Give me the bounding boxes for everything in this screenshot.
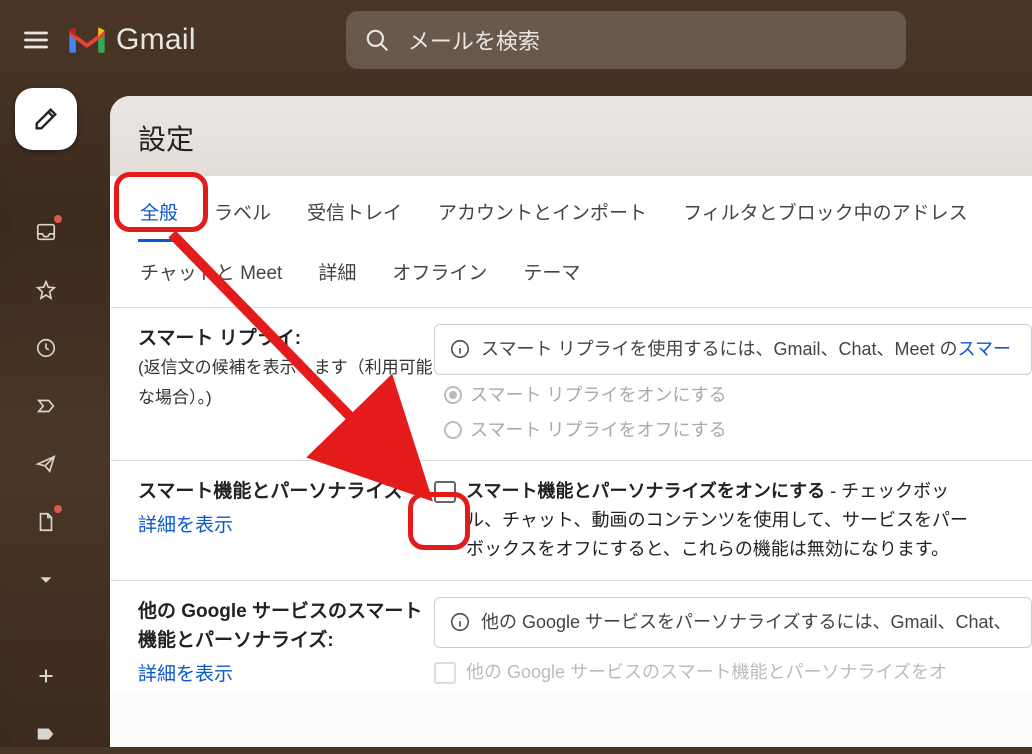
star-icon: [35, 279, 57, 301]
app-header: Gmail メールを検索: [0, 0, 1032, 80]
gmail-logo[interactable]: Gmail: [66, 23, 196, 57]
tab-offline[interactable]: オフライン: [390, 252, 489, 291]
tab-themes[interactable]: テーマ: [521, 252, 582, 291]
tab-accounts[interactable]: アカウントとインポート: [436, 192, 649, 242]
inbox-icon: [35, 221, 57, 243]
panel-header: 設定: [110, 96, 1032, 176]
tab-inbox[interactable]: 受信トレイ: [305, 192, 404, 242]
section-other-google: 他の Google サービスのスマート機能とパーソナライズ: 詳細を表示 他の …: [110, 580, 1032, 693]
hamburger-icon: [22, 26, 50, 54]
tab-advanced[interactable]: 詳細: [316, 252, 358, 291]
nav-new-label[interactable]: [22, 656, 70, 696]
page-title: 設定: [138, 118, 1004, 158]
nav-label[interactable]: [22, 714, 70, 754]
smart-features-label: スマート機能とパーソナライズをオンにする: [466, 481, 825, 501]
info-icon: [449, 611, 471, 633]
smart-reply-info: スマート リプライを使用するには、Gmail、Chat、Meet のスマー: [434, 324, 1032, 375]
other-google-link[interactable]: 詳細を表示: [138, 660, 233, 689]
search-icon: [364, 27, 390, 53]
smart-features-checkbox[interactable]: [434, 481, 456, 503]
section-smart-reply: スマート リプライ: (返信文の候補を表示します（利用可能な場合）。) スマート…: [110, 307, 1032, 460]
other-google-title: 他の Google サービスのスマート機能とパーソナライズ:: [138, 601, 422, 651]
other-google-checkbox[interactable]: [434, 662, 456, 684]
search-bar[interactable]: メールを検索: [346, 11, 906, 69]
tab-general[interactable]: 全般: [138, 192, 180, 242]
tab-labels[interactable]: ラベル: [212, 192, 273, 242]
smart-features-title: スマート機能とパーソナライズ: [138, 481, 403, 502]
settings-tabs-row2: チャットと Meet 詳細 オフライン テーマ: [110, 242, 1032, 307]
left-rail: [0, 88, 92, 754]
other-google-info: 他の Google サービスをパーソナライズするには、Gmail、Chat、: [434, 597, 1032, 648]
smart-reply-off-row[interactable]: スマート リプライをオフにする: [434, 416, 1032, 445]
file-icon: [35, 511, 57, 533]
nav-starred[interactable]: [22, 270, 70, 310]
section-smart-features: スマート機能とパーソナライズ 詳細を表示 スマート機能とパーソナライズをオンにす…: [110, 460, 1032, 579]
settings-tabs-row1: 全般 ラベル 受信トレイ アカウントとインポート フィルタとブロック中のアドレス: [110, 176, 1032, 242]
smart-reply-title: スマート リプライ:: [138, 328, 301, 349]
info-link[interactable]: スマー: [958, 339, 1011, 359]
send-icon: [35, 453, 57, 475]
badge-dot: [54, 505, 62, 513]
plus-icon: [35, 665, 57, 687]
pencil-icon: [32, 105, 60, 133]
smart-reply-on-row[interactable]: スマート リプライをオンにする: [434, 381, 1032, 410]
main-menu-button[interactable]: [12, 16, 60, 64]
smart-reply-sub: (返信文の候補を表示します（利用可能な場合）。): [138, 358, 433, 406]
smart-features-link[interactable]: 詳細を表示: [138, 511, 233, 540]
tab-filters[interactable]: フィルタとブロック中のアドレス: [681, 192, 970, 242]
chevron-down-icon: [35, 569, 57, 591]
radio-off: [444, 421, 462, 439]
chevron-tag-icon: [35, 395, 57, 417]
radio-on: [444, 386, 462, 404]
label-icon: [35, 723, 57, 745]
badge-dot: [54, 215, 62, 223]
nav-important[interactable]: [22, 386, 70, 426]
info-text: 他の Google サービスをパーソナライズするには、Gmail、Chat、: [481, 608, 1012, 637]
other-google-label: 他の Google サービスのスマート機能とパーソナライズをオ: [466, 658, 947, 687]
compose-button[interactable]: [15, 88, 77, 150]
settings-panel: 設定 全般 ラベル 受信トレイ アカウントとインポート フィルタとブロック中のア…: [110, 96, 1032, 747]
gmail-wordmark: Gmail: [116, 23, 196, 57]
info-text: スマート リプライを使用するには、Gmail、Chat、Meet のスマー: [481, 335, 1011, 364]
nav-drafts[interactable]: [22, 502, 70, 542]
info-icon: [449, 338, 471, 360]
clock-icon: [35, 337, 57, 359]
nav-more[interactable]: [22, 560, 70, 600]
nav-inbox[interactable]: [22, 212, 70, 252]
nav-snoozed[interactable]: [22, 328, 70, 368]
gmail-m-icon: [66, 24, 108, 56]
search-placeholder: メールを検索: [408, 24, 540, 56]
tab-chat-meet[interactable]: チャットと Meet: [138, 252, 284, 291]
nav-sent[interactable]: [22, 444, 70, 484]
